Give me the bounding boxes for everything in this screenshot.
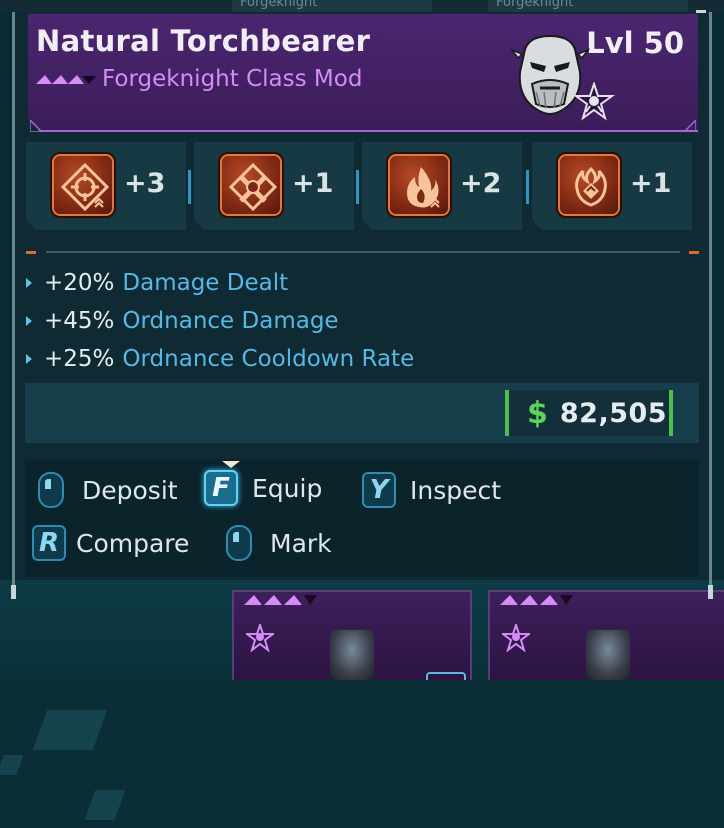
frame-cap xyxy=(708,585,713,599)
skill-bonus[interactable]: +1 xyxy=(194,142,354,230)
frame-corner xyxy=(30,120,42,132)
class-emblem-icon xyxy=(572,82,616,121)
skill-bonus[interactable]: +2 xyxy=(362,142,522,230)
class-emblem-icon xyxy=(502,624,530,652)
class-mod-figure-icon xyxy=(330,630,374,680)
skill-separator xyxy=(188,170,191,204)
card-frame-left xyxy=(12,12,15,592)
skill-separator xyxy=(526,170,529,204)
stat-value: +45% xyxy=(44,308,115,334)
stat-name: Damage Dealt xyxy=(122,270,289,296)
crossed-guns-icon xyxy=(218,152,284,218)
dollar-icon: $ xyxy=(527,395,548,431)
key-f-icon: F xyxy=(204,470,238,506)
class-mod-figure-icon xyxy=(586,630,630,680)
background-item-tab[interactable]: Forgeknight xyxy=(232,0,432,12)
stat-line: +20% Damage Dealt xyxy=(26,267,288,299)
skill-separator xyxy=(356,170,359,204)
card-frame-right xyxy=(709,12,712,597)
mark-label: Mark xyxy=(270,528,332,558)
flame-icon xyxy=(386,152,452,218)
item-subtitle: Forgeknight Class Mod xyxy=(102,66,363,92)
inventory-background-lower xyxy=(0,680,724,828)
mouse-right-click-icon xyxy=(226,525,252,561)
inventory-item-card[interactable] xyxy=(232,590,472,682)
equip-button[interactable]: F Equip xyxy=(204,470,322,506)
skill-bonus-value: +3 xyxy=(124,168,166,199)
item-title: Natural Torchbearer xyxy=(36,24,371,58)
rarity-chevrons-icon xyxy=(36,75,96,84)
compare-button[interactable]: R Compare xyxy=(32,525,189,561)
compare-label: Compare xyxy=(76,528,190,558)
inspect-button[interactable]: Y Inspect xyxy=(362,472,501,508)
skill-bonus-value: +1 xyxy=(630,168,672,199)
mark-button[interactable]: Mark xyxy=(226,525,332,561)
skill-bonus[interactable]: +1 xyxy=(532,142,692,230)
divider-tick xyxy=(26,251,36,254)
skill-bonus-value: +2 xyxy=(460,168,502,199)
inspect-label: Inspect xyxy=(410,475,502,505)
background-item-tab[interactable]: Forgeknight xyxy=(488,0,688,12)
bullet-arrow-icon xyxy=(26,316,32,326)
skill-bonus[interactable]: +3 xyxy=(26,142,186,230)
price-amount: 82,505 xyxy=(559,397,668,429)
key-r-icon: R xyxy=(32,525,66,561)
bullet-arrow-icon xyxy=(26,354,32,364)
stat-name: Ordnance Cooldown Rate xyxy=(122,346,415,372)
deposit-label: Deposit xyxy=(82,475,178,505)
bullet-arrow-icon xyxy=(26,278,32,288)
equip-label: Equip xyxy=(252,473,323,503)
skill-bonus-value: +1 xyxy=(292,168,334,199)
rarity-chevrons-icon xyxy=(244,595,317,605)
rarity-chevrons-icon xyxy=(500,595,573,605)
stat-line: +45% Ordnance Damage xyxy=(26,305,339,337)
key-y-icon: Y xyxy=(362,472,396,508)
frame-cap xyxy=(696,10,706,13)
frame-corner xyxy=(684,120,696,132)
fire-crest-icon xyxy=(556,152,622,218)
item-price: $ 82,505 xyxy=(505,390,673,436)
item-level: Lvl 50 xyxy=(586,26,684,60)
class-emblem-icon xyxy=(246,624,274,652)
selected-caret-icon xyxy=(222,461,240,468)
stat-name: Ordnance Damage xyxy=(122,308,339,334)
crosshair-diamond-icon xyxy=(50,152,116,218)
mouse-left-click-icon xyxy=(38,472,64,508)
deposit-button[interactable]: Deposit xyxy=(38,472,178,508)
stat-value: +25% xyxy=(44,346,115,372)
frame-cap xyxy=(11,585,16,599)
inventory-item-card[interactable] xyxy=(488,590,724,682)
stat-value: +20% xyxy=(44,270,115,296)
stat-line: +25% Ordnance Cooldown Rate xyxy=(26,343,414,375)
section-divider xyxy=(46,251,680,253)
divider-tick xyxy=(689,251,699,254)
